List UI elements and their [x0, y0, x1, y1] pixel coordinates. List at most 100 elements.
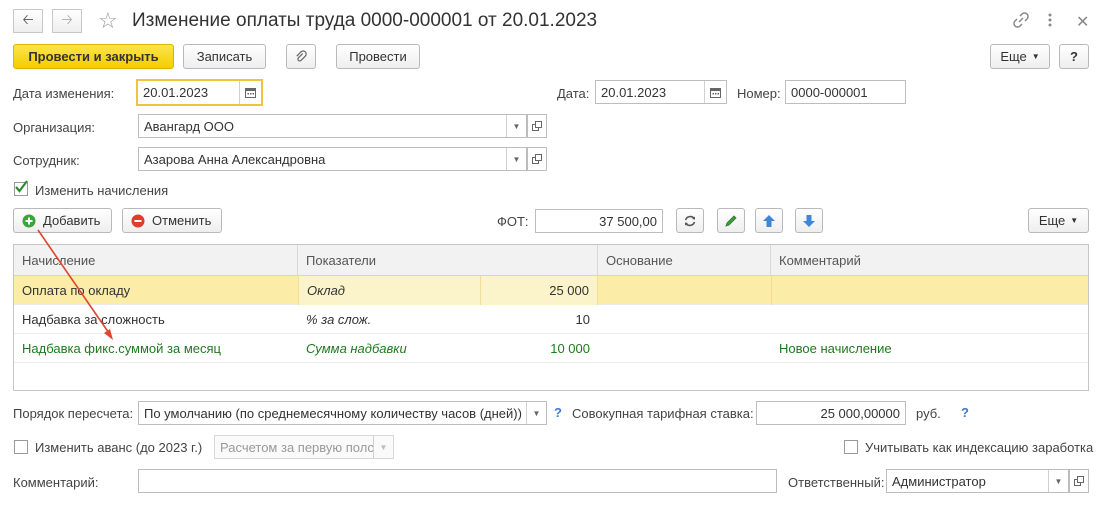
chevron-down-icon: ▼	[373, 436, 393, 458]
more-label: Еще	[1038, 213, 1066, 228]
table-row[interactable]: Надбавка за сложность % за слож. 10	[14, 305, 1088, 334]
caret-down-icon: ▼	[1070, 216, 1079, 225]
change-accruals-checkbox[interactable]	[14, 180, 28, 196]
organization-label: Организация:	[13, 120, 96, 135]
checkmark-icon	[15, 180, 28, 193]
accruals-more-button[interactable]: Еще ▼	[1028, 208, 1089, 233]
edit-button[interactable]	[717, 208, 745, 233]
number-input[interactable]: 0000-000001	[785, 80, 906, 104]
table-header: Начисление Показатели Основание Коммента…	[14, 245, 1088, 276]
responsible-select[interactable]: Администратор ▼	[886, 469, 1069, 493]
minus-circle-icon	[131, 214, 145, 227]
open-employee-button[interactable]	[527, 147, 547, 171]
date-input[interactable]: 20.01.2023	[595, 80, 727, 104]
accrual-cell: Надбавка за сложность	[22, 312, 165, 327]
organization-value: Авангард ООО	[144, 118, 234, 134]
recalc-order-value: По умолчанию (по среднемесячному количес…	[144, 405, 522, 421]
accrual-cell: Оплата по окладу	[22, 283, 131, 298]
arrow-left-icon: 🡠	[22, 11, 34, 27]
add-accrual-button[interactable]: Добавить	[13, 208, 112, 233]
attach-button[interactable]	[286, 44, 316, 69]
basis-cell	[598, 305, 771, 334]
accruals-table[interactable]: Начисление Показатели Основание Коммента…	[13, 244, 1089, 391]
basis-cell	[598, 334, 771, 363]
change-accruals-label: Изменить начисления	[35, 183, 169, 198]
table-row[interactable]: Оплата по окладу Оклад 25 000	[14, 276, 1088, 305]
recalc-help-icon[interactable]: ?	[554, 405, 562, 420]
indicator-cell: % за слож.	[306, 312, 372, 327]
move-up-button[interactable]	[755, 208, 783, 233]
comment-cell: Новое начисление	[779, 341, 892, 356]
post-button[interactable]: Провести	[336, 44, 420, 69]
column-header-accrual[interactable]: Начисление	[14, 245, 298, 276]
calendar-icon[interactable]	[239, 81, 261, 104]
employee-label: Сотрудник:	[13, 153, 80, 168]
employee-value: Азарова Анна Александровна	[144, 151, 326, 167]
open-icon	[1074, 476, 1084, 486]
open-icon	[532, 154, 542, 164]
currency-label: руб.	[916, 406, 941, 421]
open-icon	[532, 121, 542, 131]
recalc-order-label: Порядок пересчета:	[13, 406, 134, 421]
column-header-basis[interactable]: Основание	[598, 245, 771, 276]
comment-cell	[771, 305, 1089, 334]
caret-down-icon: ▼	[1031, 52, 1040, 61]
close-icon[interactable]: ✕	[1076, 12, 1089, 32]
arrow-up-icon	[763, 214, 775, 227]
indicator-cell: Оклад	[298, 276, 480, 305]
fot-value: 37 500,00	[535, 209, 663, 233]
more-vertical-icon[interactable]	[1047, 12, 1053, 32]
employee-select[interactable]: Азарова Анна Александровна ▼	[138, 147, 527, 171]
refresh-icon	[684, 215, 696, 226]
save-button[interactable]: Записать	[183, 44, 266, 69]
add-label: Добавить	[43, 213, 101, 228]
column-header-comment[interactable]: Комментарий	[771, 245, 1089, 276]
total-rate-value: 25 000,00000	[756, 401, 906, 425]
date-label: Дата:	[557, 86, 590, 101]
value-cell: 10	[575, 312, 590, 327]
paperclip-icon	[296, 49, 307, 61]
plus-circle-icon	[22, 214, 36, 227]
change-date-label: Дата изменения:	[13, 86, 115, 101]
forward-button[interactable]: 🡢	[52, 9, 82, 33]
chevron-down-icon[interactable]: ▼	[1048, 470, 1068, 492]
change-advance-checkbox[interactable]	[14, 440, 28, 454]
column-header-indicators[interactable]: Показатели	[298, 245, 598, 276]
change-advance-label: Изменить аванс (до 2023 г.)	[35, 440, 203, 455]
refresh-button[interactable]	[676, 208, 704, 233]
open-responsible-button[interactable]	[1069, 469, 1089, 493]
chevron-down-icon[interactable]: ▼	[506, 115, 526, 137]
page-title: Изменение оплаты труда 0000-000001 от 20…	[132, 10, 598, 31]
recalc-order-select[interactable]: По умолчанию (по среднемесячному количес…	[138, 401, 547, 425]
cancel-accrual-button[interactable]: Отменить	[122, 208, 222, 233]
comment-label: Комментарий:	[13, 475, 99, 490]
indicator-cell: Сумма надбавки	[306, 341, 407, 356]
chevron-down-icon[interactable]: ▼	[506, 148, 526, 170]
arrow-right-icon: 🡢	[61, 11, 73, 27]
responsible-label: Ответственный:	[788, 475, 885, 490]
table-row[interactable]: Надбавка фикс.суммой за месяц Сумма надб…	[14, 334, 1088, 363]
chevron-down-icon[interactable]: ▼	[526, 402, 546, 424]
open-organization-button[interactable]	[527, 114, 547, 138]
total-rate-help-icon[interactable]: ?	[961, 405, 969, 420]
move-down-button[interactable]	[795, 208, 823, 233]
indexation-label: Учитывать как индексацию заработка	[865, 440, 1094, 455]
change-date-input[interactable]: 20.01.2023	[136, 79, 263, 106]
number-label: Номер:	[737, 86, 781, 101]
cancel-label: Отменить	[152, 213, 212, 228]
organization-select[interactable]: Авангард ООО ▼	[138, 114, 527, 138]
link-icon[interactable]	[1013, 12, 1029, 32]
value-cell: 25 000	[480, 276, 598, 305]
comment-input[interactable]	[138, 469, 777, 493]
back-button[interactable]: 🡠	[13, 9, 43, 33]
value-cell: 10 000	[550, 341, 590, 356]
favorite-star-icon[interactable]: ☆	[98, 8, 118, 34]
help-button[interactable]: ?	[1059, 44, 1089, 69]
responsible-value: Администратор	[892, 473, 986, 489]
accrual-cell: Надбавка фикс.суммой за месяц	[22, 341, 221, 356]
more-button[interactable]: Еще ▼	[990, 44, 1050, 69]
indexation-checkbox[interactable]	[844, 440, 858, 454]
advance-method-select: Расчетом за первую полс ▼	[214, 435, 394, 459]
post-and-close-button[interactable]: Провести и закрыть	[13, 44, 174, 69]
calendar-icon[interactable]	[704, 81, 726, 103]
